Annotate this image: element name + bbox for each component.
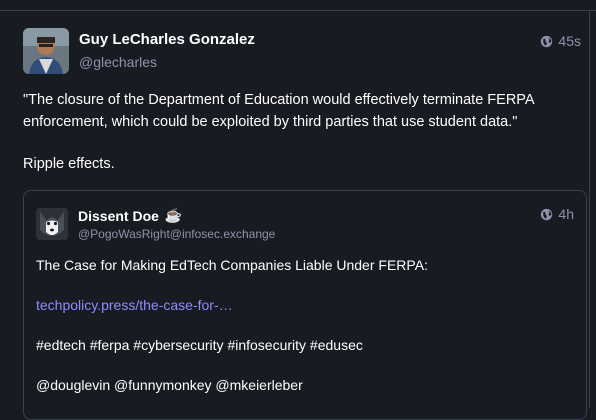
author-display-name[interactable]: Guy LeCharles Gonzalez — [79, 31, 255, 48]
quote-author-handle[interactable]: @PogoWasRight@infosec.exchange — [78, 227, 275, 241]
quote-author-name[interactable]: Dissent Doe ☕ — [78, 207, 182, 224]
globe-icon — [541, 35, 553, 47]
author-handle[interactable]: @glecharles — [79, 54, 157, 70]
mention-list[interactable]: @douglevin @funnymonkey @mkeierleber — [36, 375, 566, 395]
status-content: "The closure of the Department of Educat… — [23, 89, 563, 175]
quote-timestamp[interactable]: 4h — [540, 206, 574, 222]
status-paragraph: Ripple effects. — [23, 156, 115, 172]
quote-time: 4h — [558, 206, 574, 222]
divider-right — [589, 10, 590, 408]
post-timestamp[interactable]: 45s — [540, 33, 581, 49]
quote-headline: The Case for Making EdTech Companies Lia… — [36, 257, 428, 273]
post-time: 45s — [558, 33, 581, 49]
author-avatar[interactable] — [23, 28, 69, 74]
hashtag-list[interactable]: #edtech #ferpa #cybersecurity #infosecur… — [36, 335, 566, 355]
quote-display-name: Dissent Doe — [78, 207, 159, 224]
globe-icon — [541, 208, 553, 220]
quoted-post[interactable]: Dissent Doe ☕ @PogoWasRight@infosec.exch… — [23, 190, 587, 420]
status-post[interactable]: Guy LeCharles Gonzalez @glecharles 45s "… — [0, 11, 589, 420]
status-paragraph: "The closure of the Department of Educat… — [23, 92, 534, 130]
article-link[interactable]: techpolicy.press/the-case-for-… — [36, 297, 233, 313]
quote-author-avatar[interactable] — [36, 208, 68, 240]
coffee-emoji-icon: ☕ — [164, 207, 183, 223]
quote-content: The Case for Making EdTech Companies Lia… — [36, 255, 566, 415]
